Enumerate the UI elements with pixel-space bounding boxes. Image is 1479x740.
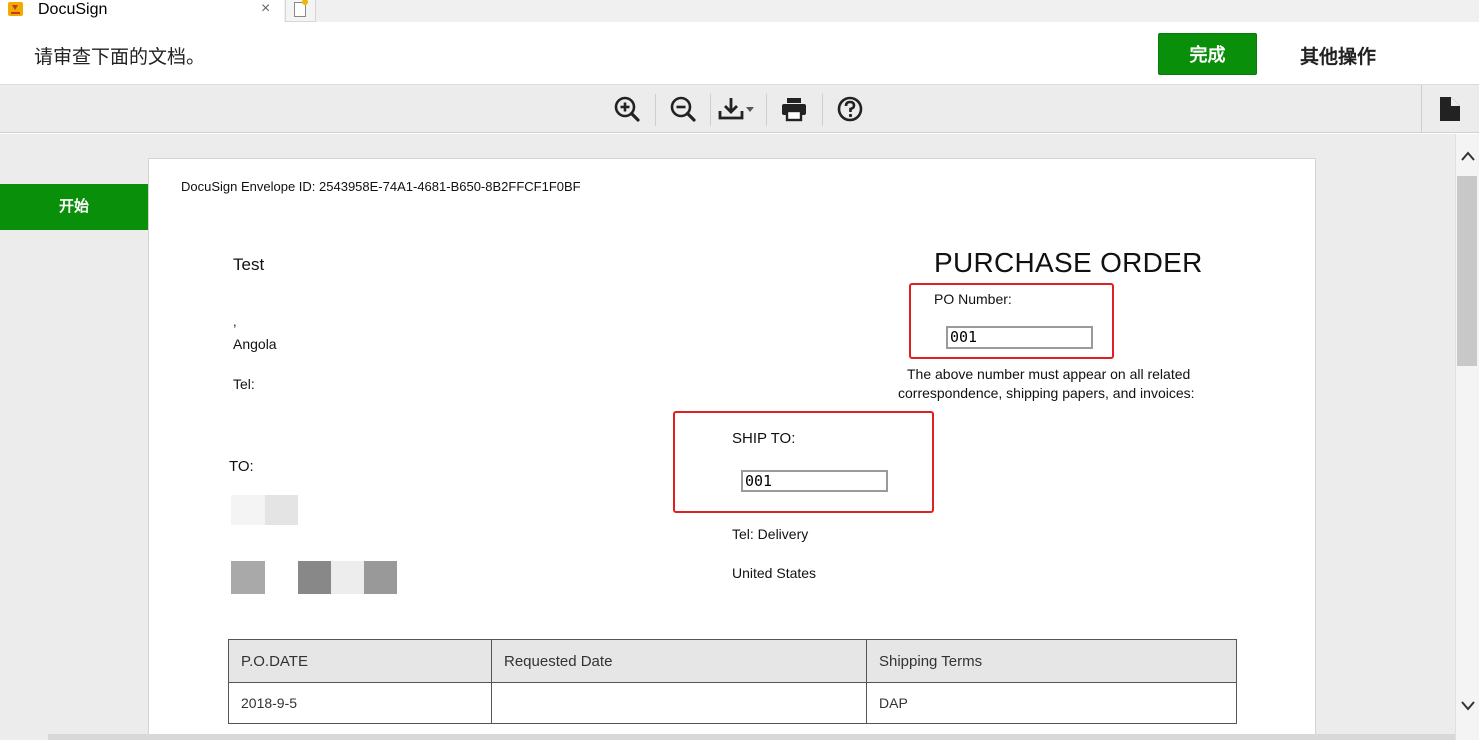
po-number-label: PO Number: <box>934 291 1012 307</box>
new-tab-button[interactable] <box>285 0 316 22</box>
zoom-in-icon[interactable] <box>612 94 642 124</box>
download-icon[interactable] <box>716 94 760 124</box>
help-icon[interactable] <box>835 94 865 124</box>
table-header: Requested Date <box>491 639 867 683</box>
print-icon[interactable] <box>779 94 809 124</box>
table-cell: 2018-9-5 <box>228 682 492 724</box>
table-header: P.O.DATE <box>228 639 492 683</box>
chevron-up-icon[interactable] <box>1459 148 1477 166</box>
redacted-block <box>364 561 397 594</box>
ship-to-field[interactable]: 001 <box>741 470 888 492</box>
ship-to-label: SHIP TO: <box>732 430 796 447</box>
toolbar-divider <box>822 94 823 126</box>
horizontal-scrollbar[interactable] <box>48 734 1455 740</box>
address-line: , <box>233 314 237 329</box>
redacted-block <box>265 495 298 525</box>
browser-tab[interactable]: DocuSign × <box>0 0 284 22</box>
table-header: Shipping Terms <box>866 639 1237 683</box>
to-label: TO: <box>229 458 254 475</box>
scrollbar-thumb[interactable] <box>1457 176 1477 366</box>
toolbar-divider <box>655 94 656 126</box>
toolbar-divider <box>710 94 711 126</box>
company-tel: Tel: <box>233 376 255 392</box>
zoom-out-icon[interactable] <box>668 94 698 124</box>
table-row: 2018-9-5 DAP <box>228 682 1237 724</box>
document-viewer[interactable]: 开始 DocuSign Envelope ID: 2543958E-74A1-4… <box>0 134 1455 740</box>
document-page: DocuSign Envelope ID: 2543958E-74A1-4681… <box>148 158 1316 740</box>
toolbar-divider <box>766 94 767 126</box>
document-toolbar <box>0 84 1479 133</box>
tab-title: DocuSign <box>38 1 108 18</box>
chevron-down-icon[interactable] <box>1459 696 1477 714</box>
po-notice-line1: The above number must appear on all rela… <box>907 366 1191 382</box>
company-name: Test <box>233 255 265 274</box>
finish-button[interactable]: 完成 <box>1158 33 1257 75</box>
ship-tel: Tel: Delivery <box>732 526 809 542</box>
ship-country: United States <box>732 565 817 581</box>
po-number-field[interactable]: 001 <box>946 326 1093 349</box>
other-actions-button[interactable]: 其他操作 <box>1300 42 1376 69</box>
toolbar-divider <box>1421 85 1422 133</box>
redacted-block <box>298 561 331 594</box>
company-country: Angola <box>233 336 277 352</box>
tab-close-icon[interactable]: × <box>261 0 270 18</box>
purchase-order-title: PURCHASE ORDER <box>934 247 1203 278</box>
signing-header: 请审查下面的文档。 完成 其他操作 <box>0 22 1479 84</box>
docusign-favicon-icon <box>8 2 23 16</box>
new-page-star-icon <box>302 0 308 5</box>
table-cell <box>491 682 867 724</box>
redacted-block <box>231 495 265 525</box>
table-cell: DAP <box>866 682 1237 724</box>
table-header-row: P.O.DATE Requested Date Shipping Terms <box>228 639 1237 683</box>
redacted-block <box>331 561 364 594</box>
envelope-id: DocuSign Envelope ID: 2543958E-74A1-4681… <box>181 179 581 194</box>
po-details-table: P.O.DATE Requested Date Shipping Terms 2… <box>228 639 1237 724</box>
vertical-scrollbar[interactable] <box>1455 134 1479 740</box>
ship-to-highlight <box>673 411 934 513</box>
start-button[interactable]: 开始 <box>0 184 148 230</box>
redacted-block <box>231 561 265 594</box>
review-message: 请审查下面的文档。 <box>34 47 206 68</box>
browser-tab-strip: DocuSign × <box>0 0 1479 22</box>
document-icon[interactable] <box>1435 94 1465 124</box>
po-notice-line2: correspondence, shipping papers, and inv… <box>898 385 1195 401</box>
